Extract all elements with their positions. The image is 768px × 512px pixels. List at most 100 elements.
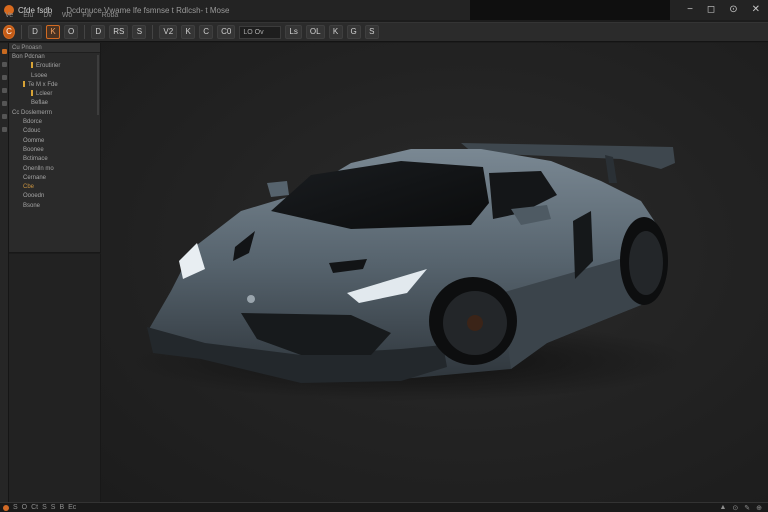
toolbar-button[interactable]: O [64, 25, 79, 39]
toolbar-button[interactable]: Ls [285, 25, 302, 39]
status-item[interactable]: Ct [31, 504, 38, 511]
side-mirror-left [267, 181, 289, 197]
car-render [131, 143, 691, 401]
outliner-row[interactable]: Bsone [9, 202, 100, 211]
toolbar-button[interactable]: V2 [159, 25, 178, 39]
outliner-row-label: Cernane [23, 174, 47, 181]
menu-item-4[interactable]: Wo [62, 12, 72, 22]
material-tool-icon[interactable] [1, 127, 7, 132]
outliner-row[interactable]: Cdouc [9, 127, 100, 136]
status-indicator-icon [3, 504, 9, 511]
light-tool-icon[interactable] [1, 114, 7, 119]
tray-up-icon[interactable]: ▲ [719, 504, 726, 512]
wing-strut [605, 155, 617, 183]
menu-bar: Ve Eiu Dv Wo Fw Roba [0, 12, 118, 22]
tray-render-icon[interactable]: ⊙ [732, 504, 738, 512]
outliner-row-label: Te M x Fde [28, 81, 58, 88]
outliner-row-label: Bctimace [23, 156, 48, 163]
outliner-row[interactable]: Cc Doslemerrn [9, 109, 100, 118]
outliner-row[interactable]: Oomme [9, 137, 100, 146]
outliner-row-label: Cbe [23, 184, 35, 191]
outliner-row[interactable]: Onenlln mo [9, 165, 100, 174]
object-marker-icon [31, 62, 33, 69]
outliner-row-label: Cdouc [23, 128, 41, 135]
outliner-header: Cu Pnoasn [9, 43, 100, 53]
outliner-scrollbar[interactable] [97, 55, 99, 115]
close-icon[interactable]: ✕ [752, 3, 760, 17]
status-item[interactable]: B [59, 504, 64, 511]
toolbar-button[interactable]: RS [109, 25, 129, 39]
outliner-row-label: Oomme [23, 137, 45, 144]
status-item[interactable]: S [42, 504, 47, 511]
outliner-row[interactable]: Beflae [9, 99, 100, 108]
outliner-row[interactable]: Lsoee [9, 72, 100, 81]
outliner-row[interactable]: Lcleer [9, 90, 100, 99]
outliner-row-label: Bsone [23, 202, 41, 209]
outliner-row[interactable]: Bon Pdcnan [9, 53, 100, 62]
toolbar-button[interactable]: K [328, 25, 343, 39]
front-hub [467, 315, 483, 331]
outliner-row-label: Lcleer [36, 91, 53, 98]
outliner-row-label: Onenlln mo [23, 165, 54, 172]
toolbar-button-active[interactable]: K [46, 25, 60, 39]
toolbar-button[interactable]: C0 [217, 25, 236, 39]
toolbar-separator [21, 25, 22, 39]
outliner-row[interactable]: Bdorce [9, 118, 100, 127]
outliner-row[interactable]: Oooedn [9, 192, 100, 201]
move-tool-icon[interactable] [1, 62, 7, 67]
toolbar-app-button[interactable]: C [3, 25, 15, 39]
outliner-row[interactable]: Boonee [9, 146, 100, 155]
tray-edit-icon[interactable]: ✎ [744, 504, 750, 512]
status-bar-tray: ▲ ⊙ ✎ ⊕ [719, 504, 762, 512]
badge-icon [247, 295, 255, 303]
outliner-row[interactable]: Cbe [9, 183, 100, 192]
toolbar-button[interactable]: S [132, 25, 147, 39]
toolbar-button[interactable]: D [28, 25, 42, 39]
properties-panel [9, 254, 101, 502]
menu-item-5[interactable]: Fw [82, 12, 91, 22]
minimize-icon[interactable]: − [687, 3, 693, 17]
camera-tool-icon[interactable] [1, 101, 7, 106]
outliner-row[interactable]: Te M x Fde [9, 80, 100, 90]
toolbar-field[interactable]: LO Ov [239, 25, 282, 39]
status-item[interactable]: O [22, 504, 27, 511]
toolbar-button[interactable]: OL [305, 25, 325, 39]
window-controls: − ◻ ⊙ ✕ [687, 3, 760, 17]
3d-viewport[interactable] [101, 43, 768, 502]
outliner-row-label: Lsoee [31, 72, 48, 79]
outliner-row-label: Oooedn [23, 193, 45, 200]
status-item[interactable]: S [51, 504, 56, 511]
outliner-row[interactable]: Cernane [9, 174, 100, 183]
status-item[interactable]: Ec [68, 504, 76, 511]
object-marker-icon [31, 90, 33, 97]
toolbar-button[interactable]: K [181, 25, 196, 39]
scale-tool-icon[interactable] [1, 88, 7, 93]
toolbar-button[interactable]: S [364, 25, 379, 39]
menu-item-3[interactable]: Dv [43, 12, 52, 22]
maximize-icon[interactable]: ◻ [707, 3, 715, 17]
toolbar: C D K O D RS S V2 K C C0 LO Ov Ls OL K G… [0, 22, 768, 42]
tool-strip [0, 43, 9, 502]
status-bar: S O Ct S S B Ec ▲ ⊙ ✎ ⊕ [0, 502, 768, 512]
outliner-row-label: Bdorce [23, 119, 43, 126]
object-marker-icon [23, 80, 25, 87]
status-item[interactable]: S [13, 504, 18, 511]
menu-item-2[interactable]: Eiu [23, 12, 33, 22]
menu-item-1[interactable]: Ve [5, 12, 13, 22]
toolbar-button[interactable]: D [91, 25, 106, 39]
title-bar-drag-area[interactable] [470, 0, 670, 20]
rotate-tool-icon[interactable] [1, 75, 7, 80]
outliner-row[interactable]: Bctimace [9, 155, 100, 164]
outliner-row-label: Beflae [31, 100, 49, 107]
outliner-row-label: Bon Pdcnan [12, 54, 45, 60]
outliner-row[interactable]: Eroutirier [9, 62, 100, 71]
toolbar-button[interactable]: C [199, 25, 214, 39]
outliner-row-label: Cc Doslemerrn [12, 109, 53, 116]
toolbar-button[interactable]: G [346, 25, 361, 39]
menu-item-6[interactable]: Roba [102, 12, 119, 22]
select-tool-icon[interactable] [1, 49, 7, 54]
toolbar-separator [84, 25, 86, 39]
outliner-row-label: Eroutirier [36, 63, 61, 70]
settings-icon[interactable]: ⊙ [729, 3, 737, 17]
tray-zoom-icon[interactable]: ⊕ [756, 504, 762, 512]
